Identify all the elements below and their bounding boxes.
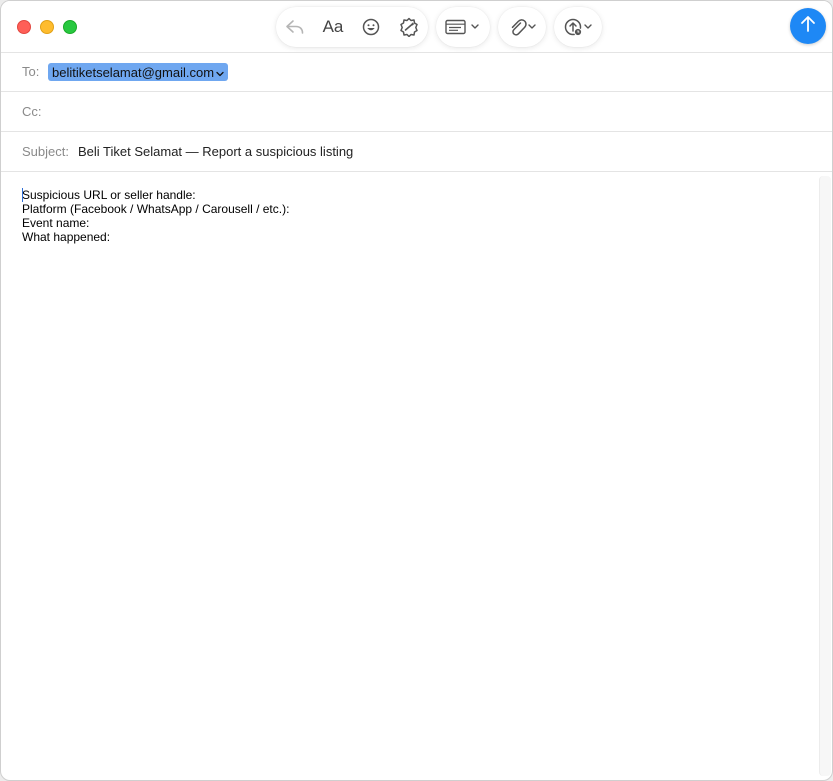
vertical-scrollbar[interactable]: [819, 176, 831, 776]
body-line: What happened:: [22, 230, 111, 244]
photo-effects-button[interactable]: [390, 7, 428, 47]
emoji-icon: [361, 17, 381, 37]
subject-value: Beli Tiket Selamat — Report a suspicious…: [78, 144, 354, 159]
reply-button[interactable]: [276, 7, 314, 47]
format-icon: Aa: [322, 17, 344, 36]
to-label: To:: [22, 64, 40, 79]
reply-icon: [285, 19, 305, 35]
send-later-icon: [563, 17, 593, 37]
subject-field[interactable]: Subject: Beli Tiket Selamat — Report a s…: [1, 131, 832, 171]
message-body-text: Suspicious URL or seller handle: Platfor…: [22, 188, 289, 244]
attachment-group: [498, 7, 546, 47]
header-fields-icon: [445, 19, 481, 35]
minimize-window-button[interactable]: [40, 20, 54, 34]
toolbar: Aa: [1, 1, 832, 53]
recipient-email: belitiketselamat@gmail.com: [52, 64, 215, 80]
cc-field[interactable]: Cc:: [1, 91, 832, 131]
header-fields-group: [436, 7, 490, 47]
send-button[interactable]: [790, 8, 826, 44]
message-body[interactable]: Suspicious URL or seller handle: Platfor…: [1, 171, 832, 780]
format-toolbar-group: Aa: [276, 7, 428, 47]
header-fields-button[interactable]: [436, 7, 490, 47]
chevron-down-icon: [216, 65, 224, 80]
zoom-window-button[interactable]: [63, 20, 77, 34]
emoji-button[interactable]: [352, 7, 390, 47]
send-later-button[interactable]: [554, 7, 602, 47]
attachment-icon: [507, 17, 537, 37]
body-line: Platform (Facebook / WhatsApp / Carousel…: [22, 202, 290, 216]
recipient-token[interactable]: belitiketselamat@gmail.com: [48, 63, 229, 81]
attachment-button[interactable]: [498, 7, 546, 47]
send-later-group: [554, 7, 602, 47]
photo-effects-icon: [398, 17, 420, 37]
compose-window: Aa To: belitiketselamat@gmail.com Cc: Su…: [0, 0, 833, 781]
cc-label: Cc:: [22, 104, 42, 119]
text-caret: [22, 188, 23, 202]
to-field[interactable]: To: belitiketselamat@gmail.com: [1, 52, 832, 91]
subject-label: Subject:: [22, 144, 69, 159]
body-line: Suspicious URL or seller handle:: [22, 188, 196, 202]
send-icon: [799, 14, 817, 39]
close-window-button[interactable]: [17, 20, 31, 34]
body-line: Event name:: [22, 216, 90, 230]
format-button[interactable]: Aa: [314, 7, 352, 47]
